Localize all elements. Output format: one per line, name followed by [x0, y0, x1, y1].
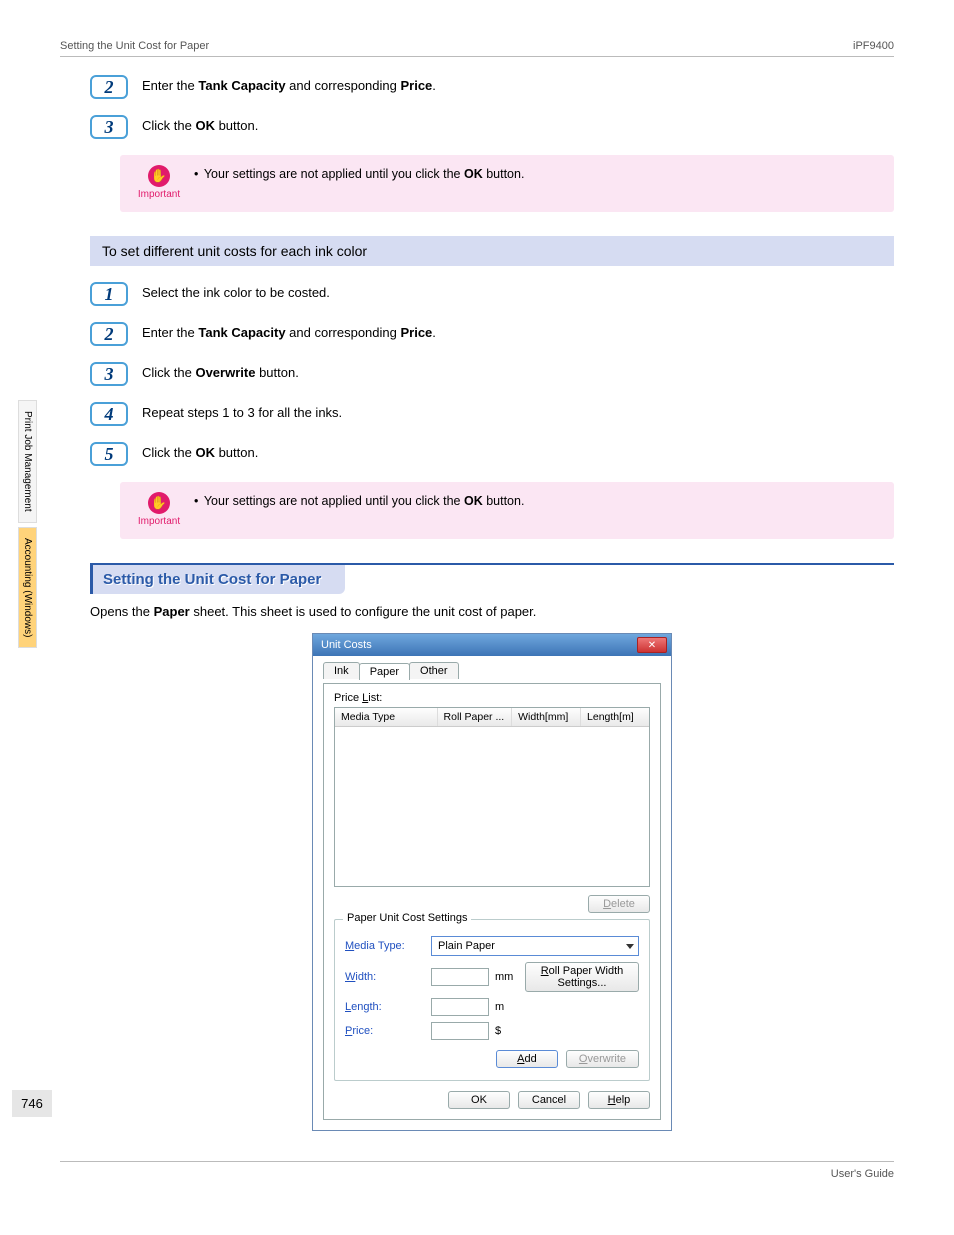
step-text-3a: Click the OK button.: [142, 115, 258, 133]
price-unit: $: [495, 1025, 519, 1037]
length-unit: m: [495, 1001, 519, 1013]
step-text-5: Click the OK button.: [142, 442, 258, 460]
col-media-type[interactable]: Media Type: [335, 708, 438, 726]
close-icon: ✕: [648, 640, 656, 651]
col-roll-paper[interactable]: Roll Paper ...: [438, 708, 513, 726]
width-label: Width:: [345, 971, 425, 983]
price-list-table[interactable]: Media Type Roll Paper ... Width[mm] Leng…: [334, 707, 650, 887]
length-input[interactable]: [431, 998, 489, 1016]
step-badge-5: 5: [90, 442, 128, 466]
sub-heading: To set different unit costs for each ink…: [90, 236, 894, 266]
important-label: Important: [138, 516, 180, 527]
media-type-label: Media Type:: [345, 940, 425, 952]
step-text-2: Enter the Tank Capacity and correspondin…: [142, 322, 436, 340]
roll-paper-width-settings-button[interactable]: Roll Paper Width Settings...: [525, 962, 639, 992]
step-badge-3: 3: [90, 362, 128, 386]
price-label: Price:: [345, 1025, 425, 1037]
step-badge-2: 2: [90, 322, 128, 346]
width-unit: mm: [495, 971, 519, 983]
delete-button[interactable]: Delete: [588, 895, 650, 913]
add-button[interactable]: Add: [496, 1050, 558, 1068]
price-list-label: Price List:: [334, 692, 650, 704]
important-note-1: ✋ Important Your settings are not applie…: [120, 155, 894, 212]
overwrite-button[interactable]: Overwrite: [566, 1050, 639, 1068]
step-text-3: Click the Overwrite button.: [142, 362, 299, 380]
header-right: iPF9400: [853, 40, 894, 52]
important-note-2: ✋ Important Your settings are not applie…: [120, 482, 894, 539]
page-number: 746: [12, 1090, 52, 1117]
close-button[interactable]: ✕: [637, 637, 667, 653]
ok-button[interactable]: OK: [448, 1091, 510, 1109]
section-desc: Opens the Paper sheet. This sheet is use…: [90, 604, 894, 619]
col-length[interactable]: Length[m]: [581, 708, 649, 726]
step-badge-3a: 3: [90, 115, 128, 139]
important-text-2: Your settings are not applied until you …: [194, 492, 524, 508]
cancel-button[interactable]: Cancel: [518, 1091, 580, 1109]
step-text-1: Select the ink color to be costed.: [142, 282, 330, 300]
unit-costs-dialog: Unit Costs ✕ Ink Paper Other Price List:: [312, 633, 672, 1131]
width-input[interactable]: [431, 968, 489, 986]
col-width[interactable]: Width[mm]: [512, 708, 581, 726]
important-text-1: Your settings are not applied until you …: [194, 165, 524, 181]
tab-paper[interactable]: Paper: [359, 663, 410, 680]
step-badge-1: 1: [90, 282, 128, 306]
footer-right: User's Guide: [831, 1168, 894, 1180]
price-input[interactable]: [431, 1022, 489, 1040]
dialog-title: Unit Costs: [321, 639, 372, 651]
step-badge-4: 4: [90, 402, 128, 426]
tab-other[interactable]: Other: [409, 662, 459, 679]
important-icon: ✋: [148, 492, 170, 514]
side-tab-accounting[interactable]: Accounting (Windows): [18, 527, 37, 648]
important-label: Important: [138, 189, 180, 200]
step-text-4: Repeat steps 1 to 3 for all the inks.: [142, 402, 342, 420]
chevron-down-icon: [626, 944, 634, 949]
length-label: Length:: [345, 1001, 425, 1013]
step-text-2a: Enter the Tank Capacity and correspondin…: [142, 75, 436, 93]
header-left: Setting the Unit Cost for Paper: [60, 40, 209, 52]
tab-ink[interactable]: Ink: [323, 662, 360, 679]
media-type-value: Plain Paper: [438, 940, 495, 952]
section-heading: Setting the Unit Cost for Paper: [90, 565, 345, 594]
paper-unit-cost-fieldset: Paper Unit Cost Settings Media Type: Pla…: [334, 919, 650, 1081]
step-badge-2a: 2: [90, 75, 128, 99]
media-type-select[interactable]: Plain Paper: [431, 936, 639, 956]
fieldset-legend: Paper Unit Cost Settings: [343, 912, 471, 924]
important-icon: ✋: [148, 165, 170, 187]
help-button[interactable]: Help: [588, 1091, 650, 1109]
side-tab-print-job[interactable]: Print Job Management: [18, 400, 37, 523]
